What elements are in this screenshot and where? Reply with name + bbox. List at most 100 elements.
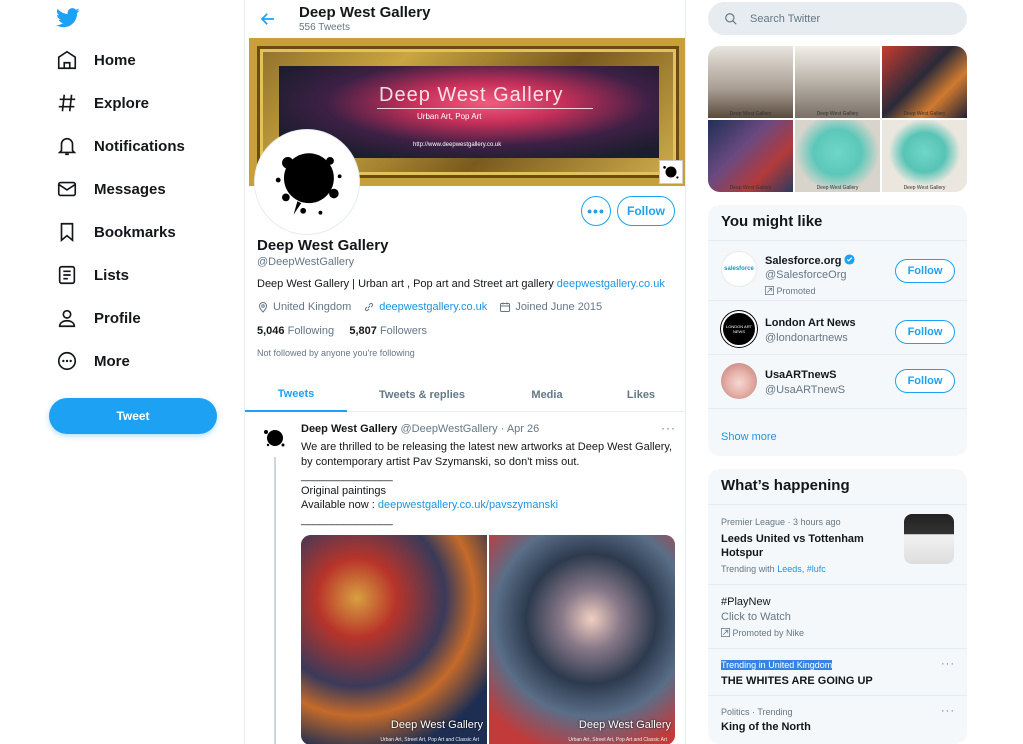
person-icon: [58, 309, 76, 328]
trend-promoted: Promoted by Nike: [721, 628, 804, 638]
suggestion-name: UsaARTnewS: [765, 369, 837, 381]
profile-follow-button[interactable]: Follow: [617, 196, 675, 226]
banner-divider: [377, 108, 593, 109]
salesforce-avatar[interactable]: salesforce: [721, 251, 757, 287]
suggestion-item[interactable]: salesforce Salesforce.org @SalesforceOrg…: [708, 241, 967, 301]
nav-home[interactable]: Home: [56, 45, 136, 75]
suggestion-item[interactable]: UsaARTnewS @UsaARTnewS Follow: [708, 355, 967, 409]
media-thumb[interactable]: Deep West Gallery: [882, 46, 967, 118]
suggestion-name-text: Salesforce.org: [765, 255, 842, 267]
tab-tweets[interactable]: Tweets: [245, 378, 347, 412]
trend-item[interactable]: #PlayNew Click to Watch Promoted by Nike: [708, 586, 967, 649]
tweet-link[interactable]: deepwestgallery.co.uk/pavszymanski: [378, 499, 558, 511]
trend-item[interactable]: Premier League · 3 hours ago Leeds Unite…: [708, 505, 967, 585]
tweet-line: Available now : deepwestgallery.co.uk/pa…: [301, 498, 673, 513]
bio-link[interactable]: deepwestgallery.co.uk: [557, 278, 665, 290]
profile-location: United Kingdom: [273, 301, 352, 313]
nav-profile[interactable]: Profile: [56, 303, 141, 333]
tweet-author-name[interactable]: Deep West Gallery: [301, 423, 397, 435]
nav-lists[interactable]: Lists: [56, 260, 129, 290]
suggestion-item[interactable]: LONDON ART NEWS London Art News @londona…: [708, 301, 967, 355]
trend-with: Trending with Leeds, #lufc: [721, 564, 826, 574]
trend-thumbnail[interactable]: [904, 514, 954, 564]
back-arrow-icon[interactable]: [259, 10, 277, 28]
nav-notifications[interactable]: Notifications: [56, 131, 185, 161]
search-input[interactable]: Search Twitter: [750, 13, 820, 25]
promoted-text: Promoted: [776, 286, 816, 296]
calendar-icon: [500, 302, 511, 312]
tweet[interactable]: Deep West Gallery @DeepWestGallery · Apr…: [245, 413, 685, 744]
media-grid: Deep West Gallery Deep West Gallery Deep…: [708, 46, 967, 192]
tab-media[interactable]: Media: [505, 378, 589, 412]
follow-button[interactable]: Follow: [895, 369, 955, 393]
ink-splat-logo-icon: [275, 153, 342, 215]
tweet-count: 556 Tweets: [299, 22, 350, 33]
media-watermark: Deep West Gallery: [390, 719, 483, 731]
followers-stat[interactable]: 5,807 Followers: [349, 325, 427, 337]
promoted-icon: [721, 628, 730, 637]
tweet-image-2[interactable]: Deep West Gallery Urban Art, Street Art,…: [489, 535, 675, 744]
location-pin-icon: [258, 302, 268, 313]
tweet-image-1[interactable]: Deep West Gallery Urban Art, Street Art,…: [301, 535, 487, 744]
promoted-by-text: Promoted by Nike: [732, 628, 805, 638]
media-thumb[interactable]: Deep West Gallery: [708, 46, 793, 118]
nav-messages-label: Messages: [94, 180, 166, 198]
usaartnews-avatar[interactable]: [721, 363, 757, 399]
nav-explore-label: Explore: [94, 94, 150, 112]
tweet-avatar[interactable]: [259, 423, 289, 453]
banner-corner-logo: [659, 160, 683, 184]
media-watermark: Deep West Gallery: [578, 719, 671, 731]
ink-splat-icon: [663, 166, 679, 179]
search-box[interactable]: Search Twitter: [708, 2, 967, 35]
thumb-label: Deep West Gallery: [816, 185, 859, 191]
tweet-more-icon[interactable]: ···: [661, 421, 676, 435]
trend-more-icon[interactable]: ···: [941, 705, 955, 717]
right-sidebar: Search Twitter Deep West Gallery Deep We…: [708, 0, 968, 744]
promoted-label: Promoted: [765, 286, 816, 296]
profile-more-button[interactable]: •••: [581, 196, 611, 226]
media-thumb[interactable]: Deep West Gallery: [708, 120, 793, 192]
profile-joined: Joined June 2015: [515, 301, 603, 313]
trend-item[interactable]: Trending in United Kingdom THE WHITES AR…: [708, 650, 967, 696]
envelope-icon: [57, 181, 77, 197]
tweet-button[interactable]: Tweet: [49, 398, 217, 434]
tab-tweets-replies[interactable]: Tweets & replies: [355, 378, 489, 412]
tab-likes[interactable]: Likes: [601, 378, 681, 412]
show-more-link[interactable]: Show more: [721, 431, 777, 443]
london-art-news-avatar[interactable]: LONDON ART NEWS: [721, 311, 757, 347]
profile-website[interactable]: deepwestgallery.co.uk: [379, 301, 487, 313]
tweet-separator: ·: [497, 423, 507, 435]
tweet-date[interactable]: Apr 26: [507, 423, 539, 435]
media-thumb[interactable]: Deep West Gallery: [795, 46, 880, 118]
media-thumb[interactable]: Deep West Gallery: [882, 120, 967, 192]
page-title: Deep West Gallery: [299, 4, 431, 21]
tweet-media[interactable]: Deep West Gallery Urban Art, Street Art,…: [301, 535, 675, 744]
trend-more-icon[interactable]: ···: [941, 658, 955, 670]
tweet-author-handle[interactable]: @DeepWestGallery: [400, 423, 497, 435]
trend-title: #PlayNew: [721, 596, 771, 608]
nav-home-label: Home: [94, 51, 136, 69]
follow-button[interactable]: Follow: [895, 320, 955, 344]
followers-label: Followers: [379, 325, 428, 337]
trend-meta: Politics · Trending: [721, 707, 793, 717]
media-thumb[interactable]: Deep West Gallery: [795, 120, 880, 192]
salesforce-logo-text: salesforce: [724, 266, 754, 272]
tweet-line: We are thrilled to be releasing the late…: [301, 441, 673, 468]
profile-avatar[interactable]: [255, 130, 359, 234]
trend-meta: Premier League · 3 hours ago: [721, 517, 841, 527]
trend-title: King of the North: [721, 721, 811, 733]
profile-name: Deep West Gallery: [257, 237, 389, 254]
trend-item[interactable]: Politics · Trending King of the North ··…: [708, 697, 967, 744]
trend-with-links[interactable]: Leeds, #lufc: [777, 564, 826, 574]
bell-icon: [57, 137, 77, 156]
nav-explore[interactable]: Explore: [56, 88, 149, 118]
follow-button[interactable]: Follow: [895, 259, 955, 283]
media-watermark-small: Urban Art, Street Art, Pop Art and Class…: [380, 737, 479, 743]
twitter-bird-icon[interactable]: [56, 8, 80, 28]
home-icon: [57, 50, 77, 70]
suggestion-handle: @SalesforceOrg: [765, 269, 847, 281]
nav-bookmarks[interactable]: Bookmarks: [56, 217, 176, 247]
nav-messages[interactable]: Messages: [56, 174, 166, 204]
nav-more[interactable]: More: [56, 346, 130, 376]
following-stat[interactable]: 5,046 Following: [257, 325, 334, 337]
